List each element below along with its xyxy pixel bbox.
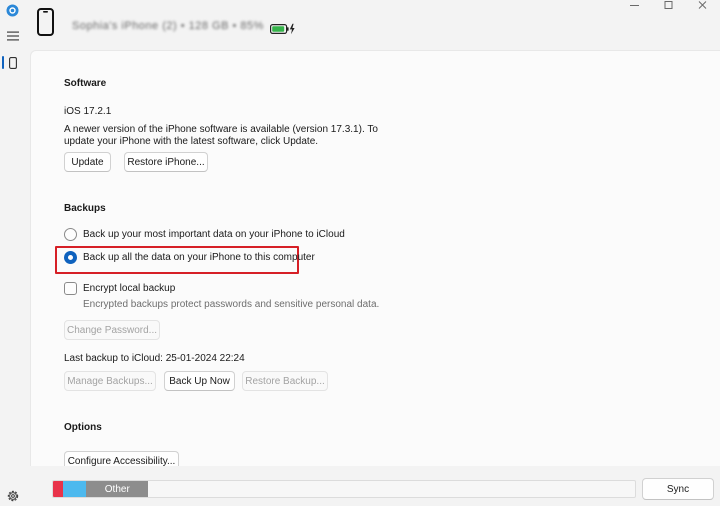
close-button[interactable] [686,0,720,14]
minimize-button[interactable] [618,0,652,14]
encrypt-backup-description: Encrypted backups protect passwords and … [83,299,380,310]
storage-segment [62,481,87,497]
storage-segment [53,481,63,497]
window-controls [618,0,720,14]
encrypt-backup-checkbox[interactable] [64,282,77,295]
change-password-button[interactable]: Change Password... [64,320,160,340]
last-backup-info: Last backup to iCloud: 25-01-2024 22:24 [64,353,245,364]
device-header: Sophia's iPhone (2) • 128 GB • 85% [26,0,720,50]
selected-indicator [2,56,4,69]
update-button[interactable]: Update [64,152,111,172]
backups-heading: Backups [64,203,106,214]
options-heading: Options [64,422,102,433]
phone-icon[interactable] [9,57,17,69]
backup-icloud-radio[interactable] [64,228,77,241]
close-icon [698,1,707,9]
ios-version: iOS 17.2.1 [64,106,112,117]
left-rail [0,0,26,506]
gear-icon[interactable] [6,489,20,503]
device-name: Sophia's iPhone (2) • 128 GB • 85% [72,20,264,32]
storage-capacity-bar: Other [52,480,636,498]
update-notice-line1: A newer version of the iPhone software i… [64,124,378,135]
update-notice-line2: update your iPhone with the latest softw… [64,136,319,147]
back-up-now-button[interactable]: Back Up Now [164,371,235,391]
restore-backup-button[interactable]: Restore Backup... [242,371,328,391]
software-heading: Software [64,78,107,89]
bottom-bar: Other Sync [30,466,720,506]
minimize-icon [630,5,639,6]
backup-computer-radio[interactable] [64,251,77,264]
hamburger-menu-icon[interactable] [7,31,19,41]
encrypt-backup-label[interactable]: Encrypt local backup [83,283,175,294]
app-icon [6,4,19,17]
configure-accessibility-button[interactable]: Configure Accessibility... [64,451,179,466]
sync-button[interactable]: Sync [642,478,714,500]
storage-segment-other: Other [86,481,149,497]
restore-iphone-button[interactable]: Restore iPhone... [124,152,208,172]
device-summary-panel: Software iOS 17.2.1 A newer version of t… [30,50,720,466]
maximize-button[interactable] [652,0,686,14]
maximize-icon [664,1,673,9]
backup-computer-label[interactable]: Back up all the data on your iPhone to t… [83,252,315,263]
battery-charging-icon [270,23,295,35]
app-window: Sophia's iPhone (2) • 128 GB • 85% Softw… [0,0,720,506]
manage-backups-button[interactable]: Manage Backups... [64,371,156,391]
iphone-icon [37,8,54,36]
backup-icloud-label[interactable]: Back up your most important data on your… [83,229,345,240]
